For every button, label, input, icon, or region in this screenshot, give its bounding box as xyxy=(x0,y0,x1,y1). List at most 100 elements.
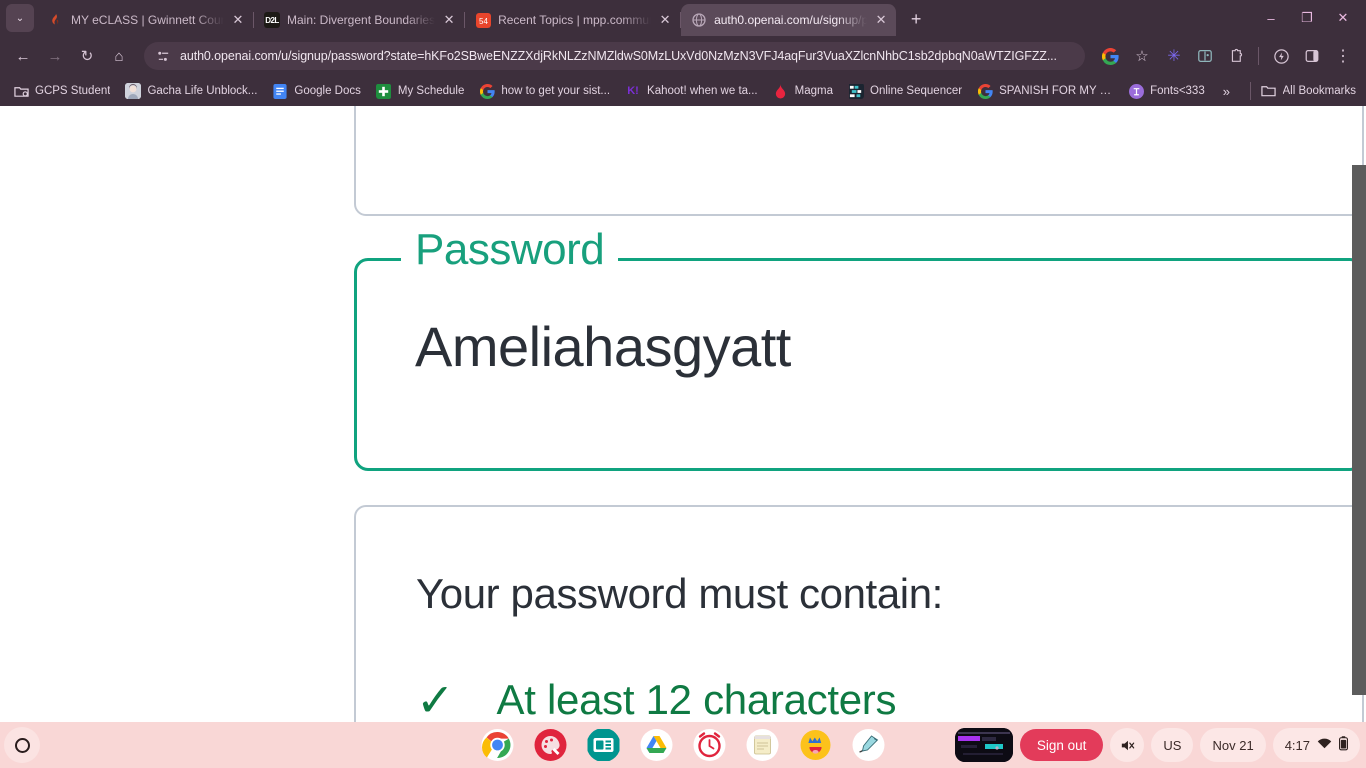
bookmark-label: Google Docs xyxy=(294,85,361,97)
bookmark-item[interactable]: K! Kahoot! when we ta... xyxy=(618,80,765,102)
bookmark-label: Online Sequencer xyxy=(870,85,963,97)
password-field[interactable]: Password Ameliahasgyatt xyxy=(354,228,1364,471)
fonts-icon xyxy=(1128,83,1144,99)
forward-button[interactable]: → xyxy=(40,41,70,71)
gacha-icon xyxy=(125,83,142,99)
clock-app-icon[interactable] xyxy=(693,728,727,762)
extension-reader-icon[interactable] xyxy=(1190,41,1220,71)
notes-app-icon[interactable] xyxy=(746,728,780,762)
tab-title: Recent Topics | mpp.community xyxy=(498,13,652,27)
close-icon[interactable]: ✕ xyxy=(231,12,245,28)
address-bar-url: auth0.openai.com/u/signup/password?state… xyxy=(180,49,1057,63)
bookmark-label: GCPS Student xyxy=(35,85,111,97)
page-scrollbar[interactable] xyxy=(1352,165,1366,695)
side-panel-icon[interactable] xyxy=(1297,41,1327,71)
bookmark-item[interactable]: how to get your sist... xyxy=(472,80,617,102)
extensions-puzzle-icon[interactable] xyxy=(1221,41,1251,71)
all-bookmarks-label: All Bookmarks xyxy=(1282,85,1357,97)
media-preview-thumbnail[interactable] xyxy=(954,728,1013,762)
extension-sparkle-icon[interactable]: ✳ xyxy=(1159,41,1189,71)
bookmark-label: Kahoot! when we ta... xyxy=(647,85,758,97)
folder-icon xyxy=(1261,83,1277,99)
tab-title: MY eCLASS | Gwinnett County P... xyxy=(71,13,224,27)
bookmark-item[interactable]: SPANISH FOR MY P... xyxy=(970,80,1120,102)
browser-toolbar: ← → ↻ ⌂ auth0.openai.com/u/signup/passwo… xyxy=(0,36,1366,76)
pen-sign-app-icon[interactable] xyxy=(852,728,886,762)
close-icon: ✕ xyxy=(1337,10,1349,25)
bookmark-label: SPANISH FOR MY P... xyxy=(999,85,1114,97)
reload-button[interactable]: ↻ xyxy=(72,41,102,71)
signup-password-form: Password Ameliahasgyatt Your password mu… xyxy=(354,106,1366,722)
google-drive-app-icon[interactable] xyxy=(640,728,674,762)
google-icon xyxy=(977,83,993,99)
browser-tab-1[interactable]: D2L Main: Divergent Boundaries ✕ xyxy=(254,4,464,36)
bookmark-item[interactable]: Fonts<333 xyxy=(1121,80,1212,102)
google-lens-button[interactable] xyxy=(1095,41,1125,71)
chevron-down-icon: ⌄ xyxy=(15,12,25,24)
bookmark-label: My Schedule xyxy=(397,85,465,97)
star-icon: ☆ xyxy=(1135,48,1149,65)
home-icon: ⌂ xyxy=(114,47,124,65)
bookmark-item[interactable]: Online Sequencer xyxy=(841,80,969,102)
plus-icon: + xyxy=(910,8,922,29)
teal-media-app-icon[interactable] xyxy=(587,728,621,762)
bookmark-item[interactable]: Google Docs xyxy=(265,80,367,102)
all-bookmarks-button[interactable]: All Bookmarks xyxy=(1249,82,1361,100)
tab-title: Main: Divergent Boundaries xyxy=(287,13,436,27)
bookmark-item[interactable]: GCPS Student xyxy=(6,80,117,102)
emoji-app-icon[interactable] xyxy=(799,728,833,762)
close-icon[interactable]: ✕ xyxy=(874,12,888,28)
bookmarks-overflow-button[interactable]: » xyxy=(1213,84,1240,99)
bookmark-item[interactable]: My Schedule xyxy=(369,80,471,102)
system-shelf: Sign out US Nov 21 4:17 xyxy=(0,722,1366,768)
launcher-button[interactable] xyxy=(4,727,40,763)
folder-gear-icon xyxy=(13,83,29,99)
minimize-button[interactable]: – xyxy=(1254,4,1288,32)
date-button[interactable]: Nov 21 xyxy=(1200,728,1266,762)
globe-icon xyxy=(691,12,707,28)
battery-icon xyxy=(1339,736,1349,754)
browser-tab-0[interactable]: MY eCLASS | Gwinnett County P... ✕ xyxy=(38,4,253,36)
address-bar[interactable]: auth0.openai.com/u/signup/password?state… xyxy=(144,42,1085,70)
close-window-button[interactable]: ✕ xyxy=(1326,4,1360,32)
bookmark-label: Gacha Life Unblock... xyxy=(147,85,258,97)
back-button[interactable]: ← xyxy=(8,41,38,71)
keyboard-layout-label: US xyxy=(1163,737,1182,753)
close-icon[interactable]: ✕ xyxy=(442,12,456,28)
bookmark-label: how to get your sist... xyxy=(501,85,611,97)
tab-title: auth0.openai.com/u/signup/pa... xyxy=(714,13,868,27)
requirement-label: At least 12 characters xyxy=(496,676,897,722)
page-viewport: Password Ameliahasgyatt Your password mu… xyxy=(0,106,1366,722)
docs-icon xyxy=(272,83,288,99)
back-arrow-icon: ← xyxy=(15,47,31,65)
browser-tab-3[interactable]: auth0.openai.com/u/signup/pa... ✕ xyxy=(681,4,897,36)
chrome-app-icon[interactable] xyxy=(481,728,515,762)
minimize-icon: – xyxy=(1267,10,1275,26)
date-label: Nov 21 xyxy=(1212,737,1254,753)
maximize-button[interactable]: ❐ xyxy=(1290,4,1324,32)
tab-search-button[interactable]: ⌄ xyxy=(6,4,34,32)
password-input[interactable]: Ameliahasgyatt xyxy=(415,319,791,375)
password-field-label: Password xyxy=(401,228,619,272)
volume-mute-button[interactable] xyxy=(1110,728,1145,762)
system-tray-button[interactable]: 4:17 xyxy=(1272,728,1360,762)
time-label: 4:17 xyxy=(1284,737,1310,753)
chrome-menu-icon[interactable]: ⋮ xyxy=(1328,41,1358,71)
browser-tab-2[interactable]: 54 Recent Topics | mpp.community ✕ xyxy=(465,4,680,36)
new-tab-button[interactable]: + xyxy=(902,5,930,33)
sign-out-button[interactable]: Sign out xyxy=(1019,729,1104,761)
bookmarks-bar: GCPS Student Gacha Life Unblock... Googl… xyxy=(0,76,1366,106)
email-field-cutoff[interactable] xyxy=(354,106,1364,216)
bookmark-item[interactable]: Magma xyxy=(766,80,840,102)
close-icon[interactable]: ✕ xyxy=(658,12,672,28)
art-paint-app-icon[interactable] xyxy=(534,728,568,762)
d2l-icon: D2L xyxy=(264,12,280,28)
home-button[interactable]: ⌂ xyxy=(104,41,134,71)
performance-icon[interactable] xyxy=(1266,41,1296,71)
page-info-icon[interactable] xyxy=(156,49,172,64)
keyboard-layout-button[interactable]: US xyxy=(1151,728,1194,762)
browser-window: ⌄ MY eCLASS | Gwinnett County P... ✕ D2L… xyxy=(0,0,1366,768)
bookmark-item[interactable]: Gacha Life Unblock... xyxy=(118,80,264,102)
bookmark-star-button[interactable]: ☆ xyxy=(1127,41,1157,71)
bookmark-label: Magma xyxy=(794,85,833,97)
